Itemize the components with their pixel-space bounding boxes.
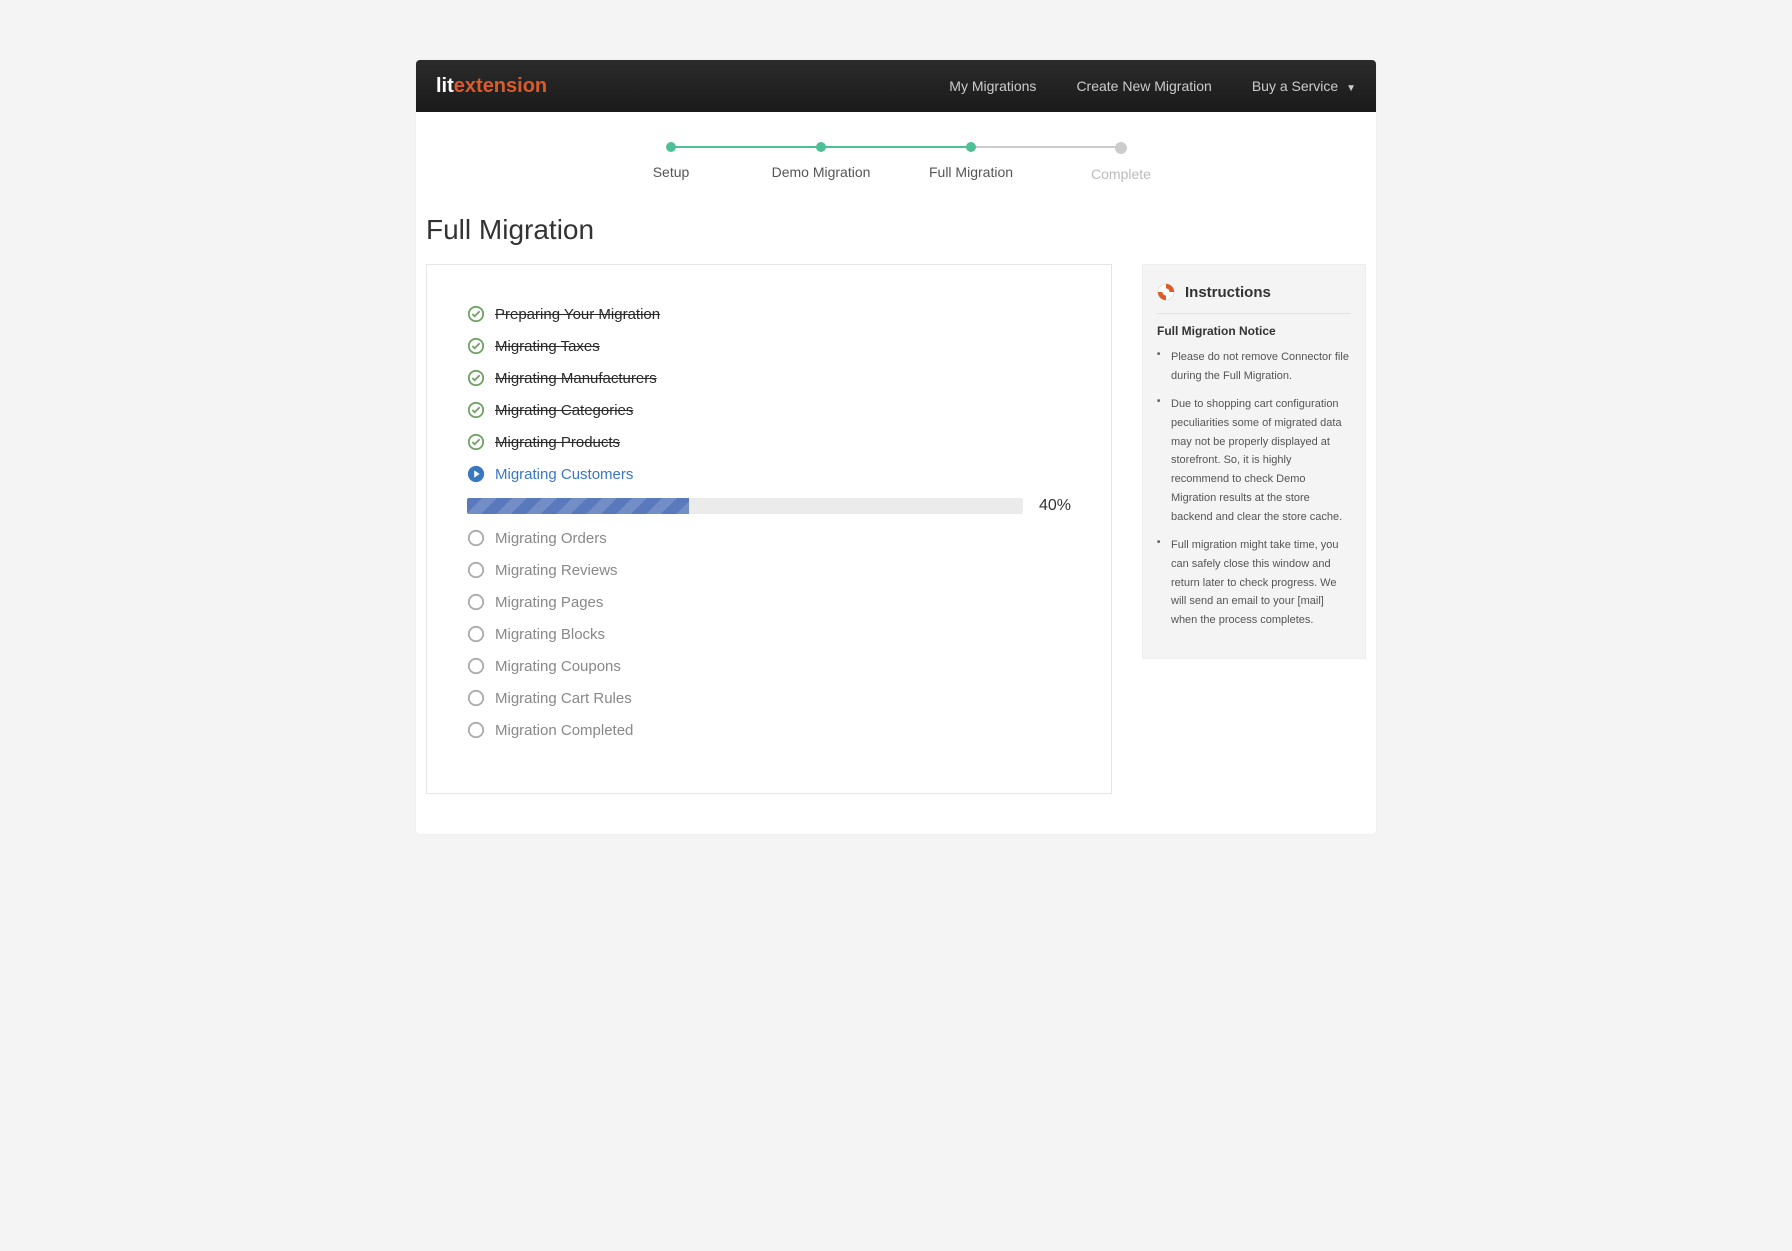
task-row-customers: Migrating Customers	[467, 465, 1071, 483]
task-label: Migration Completed	[495, 722, 633, 739]
check-circle-icon	[467, 305, 485, 323]
progress-fill	[467, 498, 689, 514]
progress-wrap: 40%	[467, 497, 1071, 515]
step-complete: Complete	[1046, 142, 1196, 182]
step-connector	[671, 146, 821, 148]
circle-icon	[467, 625, 485, 643]
circle-icon	[467, 657, 485, 675]
step-connector	[821, 146, 971, 148]
task-row-pages: Migrating Pages	[467, 593, 1071, 611]
step-dot-icon	[966, 142, 976, 152]
step-dot-icon	[666, 142, 676, 152]
stepper: Setup Demo Migration Full Migration Comp…	[416, 142, 1376, 182]
step-label: Demo Migration	[772, 164, 871, 180]
step-label: Setup	[653, 164, 690, 180]
progress-percent: 40%	[1039, 497, 1071, 515]
task-row-blocks: Migrating Blocks	[467, 625, 1071, 643]
check-circle-icon	[467, 401, 485, 419]
task-row-cart-rules: Migrating Cart Rules	[467, 689, 1071, 707]
step-dot-icon	[1115, 142, 1127, 154]
logo-part2: extension	[454, 75, 547, 97]
step-dot-icon	[816, 142, 826, 152]
instruction-item: Due to shopping cart configuration pecul…	[1157, 395, 1351, 526]
life-ring-icon	[1157, 283, 1175, 301]
check-circle-icon	[467, 337, 485, 355]
task-label: Migrating Customers	[495, 466, 633, 483]
instructions-title: Instructions	[1185, 284, 1271, 301]
task-row-orders: Migrating Orders	[467, 529, 1071, 547]
circle-icon	[467, 561, 485, 579]
logo-part1: lit	[436, 75, 454, 97]
topbar: litextension My Migrations Create New Mi…	[416, 60, 1376, 112]
chevron-down-icon: ▼	[1346, 83, 1356, 94]
nav-create-migration[interactable]: Create New Migration	[1076, 78, 1211, 94]
task-row-completed: Migration Completed	[467, 721, 1071, 739]
instruction-item: Please do not remove Connector file duri…	[1157, 348, 1351, 385]
instruction-item: Full migration might take time, you can …	[1157, 536, 1351, 629]
nav-my-migrations[interactable]: My Migrations	[949, 78, 1036, 94]
task-label: Migrating Products	[495, 434, 620, 451]
step-label: Complete	[1091, 166, 1151, 182]
task-label: Migrating Cart Rules	[495, 690, 632, 707]
instructions-list: Please do not remove Connector file duri…	[1157, 348, 1351, 630]
task-row-categories: Migrating Categories	[467, 401, 1071, 419]
step-connector	[971, 146, 1121, 148]
task-row-reviews: Migrating Reviews	[467, 561, 1071, 579]
task-label: Migrating Orders	[495, 530, 607, 547]
instructions-subtitle: Full Migration Notice	[1157, 324, 1351, 338]
task-label: Migrating Blocks	[495, 626, 605, 643]
circle-icon	[467, 593, 485, 611]
task-label: Migrating Pages	[495, 594, 603, 611]
task-label: Migrating Manufacturers	[495, 370, 657, 387]
content: Setup Demo Migration Full Migration Comp…	[416, 112, 1376, 834]
task-row-manufacturers: Migrating Manufacturers	[467, 369, 1071, 387]
circle-icon	[467, 721, 485, 739]
check-circle-icon	[467, 369, 485, 387]
logo: litextension	[436, 75, 547, 98]
app-window: litextension My Migrations Create New Mi…	[416, 60, 1376, 834]
task-row-taxes: Migrating Taxes	[467, 337, 1071, 355]
step-setup: Setup	[596, 142, 746, 180]
task-label: Migrating Taxes	[495, 338, 600, 355]
task-row-preparing: Preparing Your Migration	[467, 305, 1071, 323]
task-row-coupons: Migrating Coupons	[467, 657, 1071, 675]
page-title: Full Migration	[416, 210, 1376, 264]
nav-buy-label: Buy a Service	[1252, 78, 1338, 94]
task-label: Migrating Reviews	[495, 562, 618, 579]
play-circle-icon	[467, 465, 485, 483]
instructions-panel: Instructions Full Migration Notice Pleas…	[1142, 264, 1366, 659]
step-label: Full Migration	[929, 164, 1013, 180]
task-row-products: Migrating Products	[467, 433, 1071, 451]
circle-icon	[467, 529, 485, 547]
check-circle-icon	[467, 433, 485, 451]
circle-icon	[467, 689, 485, 707]
task-label: Preparing Your Migration	[495, 306, 660, 323]
migration-progress-panel: Preparing Your Migration Migrating Taxes…	[426, 264, 1112, 794]
task-label: Migrating Categories	[495, 402, 633, 419]
nav-buy-service[interactable]: Buy a Service ▼	[1252, 78, 1356, 94]
task-label: Migrating Coupons	[495, 658, 621, 675]
progress-bar	[467, 498, 1023, 514]
nav: My Migrations Create New Migration Buy a…	[949, 78, 1356, 94]
